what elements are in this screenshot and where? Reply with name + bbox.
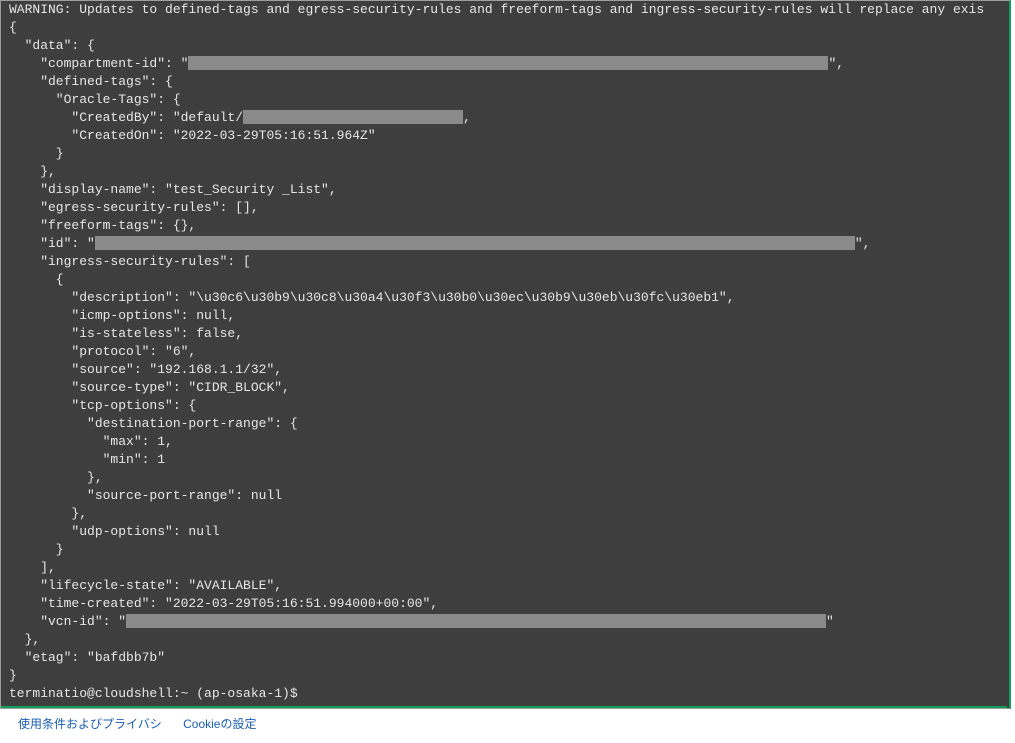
redacted-value xyxy=(95,236,855,250)
redacted-value xyxy=(188,56,828,70)
terms-link[interactable]: 使用条件およびプライバシ xyxy=(18,717,162,731)
shell-prompt[interactable]: terminatio@cloudshell:~ (ap-osaka-1)$ xyxy=(9,685,1003,703)
prompt-text: terminatio@cloudshell:~ (ap-osaka-1)$ xyxy=(9,686,298,701)
terminal-window[interactable]: WARNING: Updates to defined-tags and egr… xyxy=(0,0,1011,709)
terminal-bottom-accent xyxy=(1,706,1007,708)
warning-line: WARNING: Updates to defined-tags and egr… xyxy=(9,1,1003,19)
cookie-settings-link[interactable]: Cookieの設定 xyxy=(183,717,256,731)
terminal-viewport[interactable]: WARNING: Updates to defined-tags and egr… xyxy=(1,1,1007,708)
redacted-value xyxy=(243,110,463,124)
redacted-value xyxy=(126,614,826,628)
json-output: { "data": { "compartment-id": "", "defin… xyxy=(9,19,1003,685)
footer-bar: 使用条件およびプライバシ Cookieの設定 xyxy=(0,709,1013,739)
